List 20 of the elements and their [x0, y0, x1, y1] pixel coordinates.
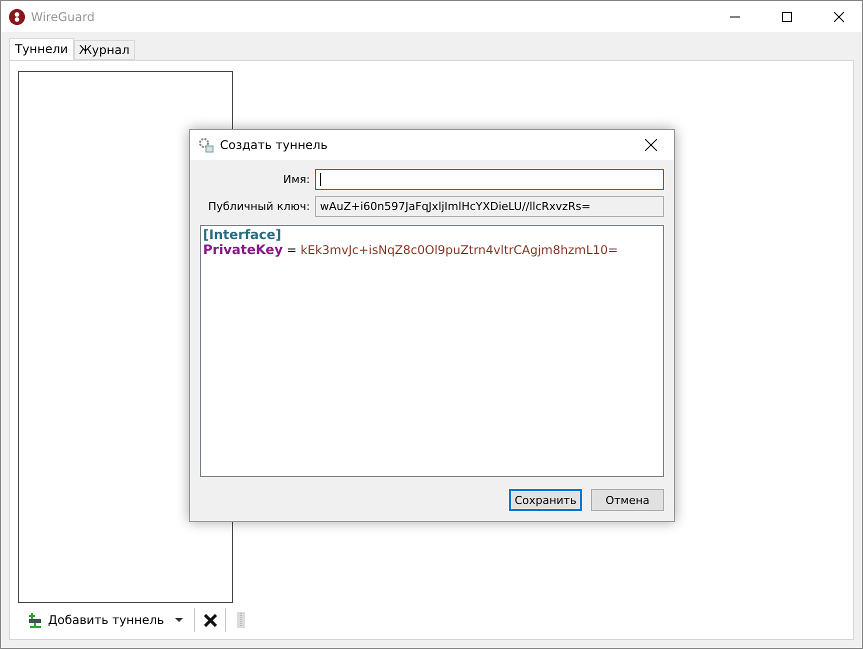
- dialog-button[interactable]: Отмена: [591, 489, 664, 511]
- add-tunnel-button[interactable]: Добавить туннель: [24, 608, 168, 632]
- tab[interactable]: Туннели: [9, 38, 74, 60]
- close-icon: [834, 12, 844, 22]
- config-line: PrivateKey = kEk3mvJc+isNqZ8c0Ol9puZtrn4vltrCAgjm8hzmL10=: [203, 243, 619, 258]
- window-title: WireGuard: [31, 10, 96, 24]
- config-editor[interactable]: [Interface] PrivateKey = kEk3mvJc+isNqZ8c0Ol9puZtrn4vltrCAgjm8hzmL10=: [200, 225, 664, 477]
- dialog-button[interactable]: Сохранить: [509, 489, 582, 511]
- input-field[interactable]: wAuZ+i60n597JaFqJxljImlHcYXDieLU//llcRxvzRs=: [315, 196, 664, 217]
- dialog-title: Создать туннель: [220, 138, 329, 152]
- input-field[interactable]: [315, 169, 664, 190]
- field-label: Имя:: [282, 173, 310, 186]
- section-header: [Interface]: [203, 228, 282, 243]
- tab[interactable]: Журнал: [74, 40, 134, 60]
- app-logo-icon: [9, 8, 25, 24]
- network-add-icon: [28, 612, 44, 628]
- close-icon: [645, 139, 657, 151]
- field-label: Публичный ключ:: [207, 200, 310, 213]
- maximize-icon: [782, 12, 792, 22]
- gear-icon: [198, 137, 214, 153]
